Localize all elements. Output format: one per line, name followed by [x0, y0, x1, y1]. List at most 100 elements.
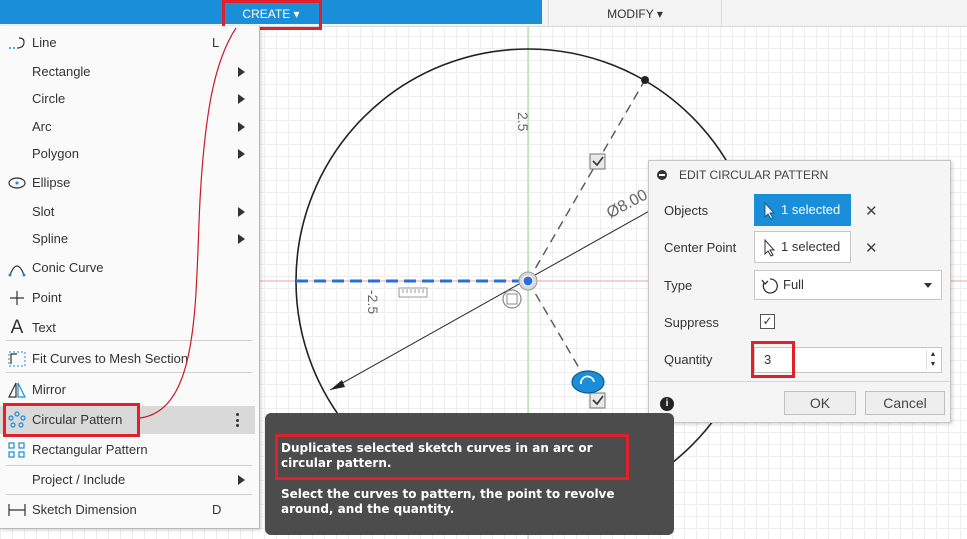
dimension-left[interactable]: -2.5 — [365, 290, 381, 314]
quantity-stepper[interactable]: ▲ ▼ — [926, 350, 939, 370]
constraint-glyph-2 — [589, 392, 606, 409]
menu-item-label: Slot — [32, 204, 55, 219]
cursor-icon — [764, 238, 776, 268]
shortcut-label: D — [212, 502, 222, 517]
dimension-top[interactable]: 2.5 — [515, 112, 531, 131]
rectangular-pattern-icon — [6, 436, 28, 464]
center-point-select-button[interactable]: 1 selected — [754, 231, 851, 263]
menu-item-label: Circle — [32, 91, 66, 106]
cursor-icon — [764, 201, 776, 231]
menu-item-circular-pattern[interactable]: Circular Pattern — [0, 406, 255, 434]
menu-item-text[interactable]: A Text — [0, 314, 255, 342]
menu-item-label: Ellipse — [32, 175, 71, 190]
menu-item-circle[interactable]: Circle — [0, 85, 255, 113]
menu-item-label: Point — [32, 290, 62, 305]
edit-circular-pattern-dialog: EDIT CIRCULAR PATTERN Objects 1 selected… — [648, 160, 951, 423]
submenu-arrow-icon — [238, 475, 245, 485]
clear-objects-icon[interactable]: ✕ — [865, 202, 878, 220]
ellipse-icon — [6, 169, 28, 197]
menu-item-rectangular-pattern[interactable]: Rectangular Pattern — [0, 436, 255, 464]
chevron-down-icon — [924, 283, 932, 288]
pattern-manipulator[interactable] — [571, 370, 605, 394]
center-point-inner — [522, 275, 534, 287]
tooltip-description: Duplicates selected sketch curves in an … — [281, 441, 593, 470]
menu-item-spline[interactable]: Spline — [0, 225, 255, 253]
quantity-label: Quantity — [664, 352, 713, 367]
menu-item-rectangle[interactable]: Rectangle — [0, 58, 255, 86]
dialog-separator — [649, 381, 950, 382]
menu-separator — [6, 372, 252, 373]
pattern-center-glyph — [502, 289, 522, 309]
menu-item-label: Fit Curves to Mesh Section — [32, 351, 189, 366]
submenu-arrow-icon — [238, 207, 245, 217]
construction-line-1 — [527, 79, 646, 282]
menu-item-label: Polygon — [32, 146, 79, 161]
mirror-icon — [6, 376, 28, 404]
menu-item-label: Rectangle — [32, 64, 91, 79]
ok-button[interactable]: OK — [784, 391, 856, 415]
center-point-value: 1 selected — [781, 239, 841, 254]
dialog-header: EDIT CIRCULAR PATTERN — [649, 161, 950, 189]
circular-pattern-icon — [6, 406, 28, 434]
menu-item-fit-curves[interactable]: Fit Curves to Mesh Section — [0, 345, 255, 373]
point-icon — [6, 284, 28, 312]
menu-item-label: Arc — [32, 119, 52, 134]
menu-item-mirror[interactable]: Mirror — [0, 376, 255, 404]
center-point-label: Center Point — [664, 240, 737, 255]
tooltip: Duplicates selected sketch curves in an … — [265, 413, 674, 535]
full-circle-icon — [761, 277, 779, 305]
menu-item-label: Mirror — [32, 382, 66, 397]
suppress-checkbox[interactable]: ✓ — [760, 314, 775, 329]
type-label: Type — [664, 278, 693, 293]
clear-center-point-icon[interactable]: ✕ — [865, 239, 878, 257]
suppress-label: Suppress — [664, 315, 719, 330]
constraint-glyph-1 — [589, 153, 606, 170]
create-dropdown-menu: Line L Rectangle Circle Arc Polygon Elli… — [0, 26, 260, 529]
menu-item-label: Rectangular Pattern — [32, 442, 148, 457]
menu-item-label: Spline — [32, 231, 69, 246]
menu-item-polygon[interactable]: Polygon — [0, 140, 255, 168]
menu-item-point[interactable]: Point — [0, 284, 255, 312]
menu-separator — [6, 340, 252, 341]
menu-item-slot[interactable]: Slot — [0, 198, 255, 226]
sketch-dimension-icon — [6, 496, 28, 524]
menu-item-conic-curve[interactable]: Conic Curve — [0, 254, 255, 282]
quantity-input[interactable]: 3 ▲ ▼ — [754, 347, 942, 373]
tooltip-instructions: Select the curves to pattern, the point … — [281, 487, 615, 516]
quantity-value: 3 — [764, 352, 772, 367]
type-select[interactable]: Full — [754, 270, 942, 300]
menu-item-project-include[interactable]: Project / Include — [0, 466, 255, 494]
conic-curve-icon — [6, 254, 28, 282]
submenu-arrow-icon — [238, 122, 245, 132]
menu-item-sketch-dimension[interactable]: Sketch Dimension D — [0, 496, 255, 524]
menu-item-label: Conic Curve — [32, 260, 104, 275]
menu-item-line[interactable]: Line L — [0, 29, 255, 57]
info-icon[interactable]: i — [660, 397, 674, 411]
type-value: Full — [783, 277, 804, 292]
shortcut-label: L — [212, 35, 220, 50]
submenu-arrow-icon — [238, 94, 245, 104]
submenu-arrow-icon — [238, 149, 245, 159]
more-options-icon[interactable] — [236, 413, 240, 427]
collapse-icon[interactable] — [657, 170, 667, 180]
objects-select-button[interactable]: 1 selected — [754, 194, 851, 226]
menu-item-arc[interactable]: Arc — [0, 113, 255, 141]
menu-separator — [6, 494, 252, 495]
submenu-arrow-icon — [238, 234, 245, 244]
line-icon — [6, 29, 28, 57]
menu-item-ellipse[interactable]: Ellipse — [0, 169, 255, 197]
submenu-arrow-icon — [238, 67, 245, 77]
cancel-button[interactable]: Cancel — [865, 391, 945, 415]
endpoint-dot — [641, 76, 649, 84]
modify-menu-tab[interactable]: MODIFY ▾ — [548, 0, 722, 26]
objects-value: 1 selected — [781, 202, 841, 217]
menu-item-label: Line — [32, 35, 57, 50]
dialog-title: EDIT CIRCULAR PATTERN — [679, 168, 829, 182]
diameter-arrow — [330, 380, 345, 390]
construction-line-2 — [527, 280, 586, 379]
menu-item-label: Circular Pattern — [32, 412, 123, 427]
menu-item-label: Text — [32, 320, 56, 335]
menu-item-label: Project / Include — [32, 472, 126, 487]
menu-item-label: Sketch Dimension — [32, 502, 137, 517]
create-menu-tab[interactable]: CREATE ▾ — [224, 1, 318, 27]
